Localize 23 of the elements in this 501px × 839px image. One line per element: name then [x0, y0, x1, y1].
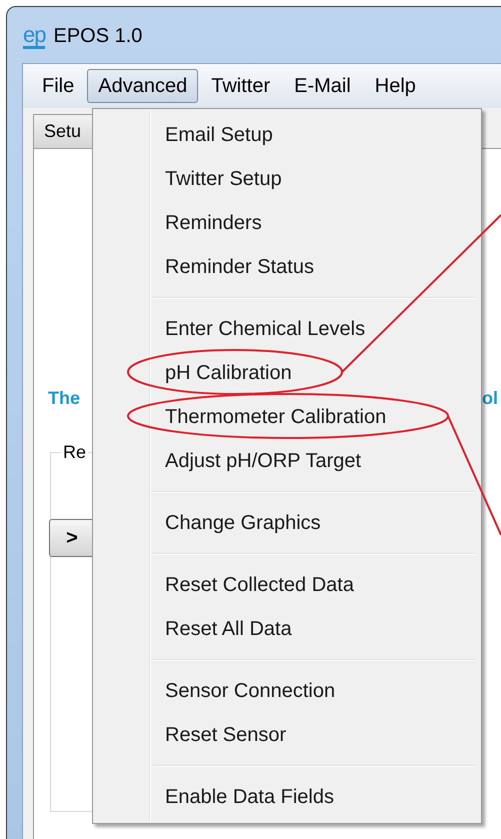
- menu-item[interactable]: pH Calibration: [93, 351, 481, 395]
- menu-bar-item[interactable]: Advanced: [87, 69, 198, 103]
- next-button[interactable]: >: [49, 519, 95, 557]
- menu-item[interactable]: Sensor Connection: [93, 669, 481, 713]
- menu-item[interactable]: Enter Chemical Levels: [93, 307, 481, 351]
- menu-item[interactable]: Adjust pH/ORP Target: [93, 439, 481, 483]
- menu-item[interactable]: Reset Collected Data: [93, 563, 481, 607]
- menu-item[interactable]: Reset All Data: [93, 607, 481, 651]
- menu-bar-item[interactable]: Help: [364, 69, 427, 103]
- menu-item[interactable]: Reminder Status: [93, 245, 481, 289]
- menu-item[interactable]: Change Graphics: [93, 501, 481, 545]
- menu-bar-item[interactable]: Twitter: [200, 69, 282, 103]
- heading-text: ol: [482, 387, 498, 410]
- menu-item[interactable]: Twitter Setup: [93, 157, 481, 201]
- menu-bar-item[interactable]: File: [31, 69, 86, 103]
- heading-text: The: [48, 387, 80, 410]
- menu-item[interactable]: Thermometer Calibration: [93, 395, 481, 439]
- menu-item[interactable]: Reminders: [93, 201, 481, 245]
- menu-item[interactable]: Enable Data Fields: [93, 775, 481, 819]
- window-title: EPOS 1.0: [53, 24, 142, 49]
- menu-bar-item[interactable]: E-Mail: [283, 69, 362, 103]
- app-logo: ep: [23, 24, 46, 48]
- menu-item[interactable]: Reset Sensor: [93, 713, 481, 757]
